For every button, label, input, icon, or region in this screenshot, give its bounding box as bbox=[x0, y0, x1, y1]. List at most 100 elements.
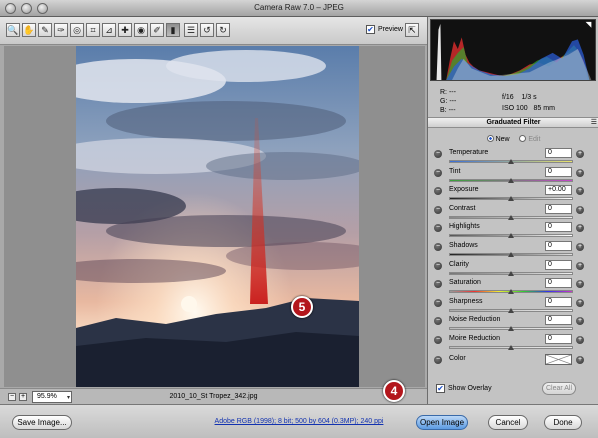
minus-icon[interactable]: − bbox=[434, 205, 442, 214]
contrast-value-field[interactable]: 0 bbox=[545, 203, 572, 214]
minus-icon[interactable]: − bbox=[434, 168, 442, 177]
color-swatch[interactable] bbox=[545, 354, 572, 365]
bottom-bar: Save Image... Adobe RGB (1998); 8 bit; 5… bbox=[0, 404, 598, 438]
moire-reduction-slider-thumb[interactable] bbox=[508, 345, 514, 350]
minus-icon[interactable]: − bbox=[434, 187, 442, 196]
minus-icon[interactable]: − bbox=[434, 150, 442, 158]
targeted-adjustment-tool-button[interactable]: ◎ bbox=[70, 23, 84, 37]
plus-icon[interactable]: + bbox=[576, 187, 584, 196]
temperature-value-field[interactable]: 0 bbox=[545, 148, 572, 158]
preferences-tool-icon: ☰ bbox=[186, 24, 196, 35]
minus-icon[interactable]: − bbox=[434, 261, 442, 270]
saturation-value-field[interactable]: 0 bbox=[545, 278, 572, 289]
noise-reduction-label: Noise Reduction bbox=[449, 316, 501, 324]
rgb-readout: R: --- G: --- B: --- bbox=[440, 88, 456, 115]
straighten-tool-button[interactable]: ⊿ bbox=[102, 23, 116, 37]
cancel-button[interactable]: Cancel bbox=[488, 415, 528, 430]
spot-removal-tool-button[interactable]: ✚ bbox=[118, 23, 132, 37]
g-label: G: bbox=[440, 98, 448, 105]
plus-icon[interactable]: + bbox=[576, 280, 584, 289]
tool-strip: 🔍 ✋ ✎ ✑ ◎ ⌗ ⊿ ✚ ◉ ✐ ▮ ☰ ↺ ↻ bbox=[6, 23, 232, 37]
iso-value: ISO 100 bbox=[502, 105, 528, 112]
done-button[interactable]: Done bbox=[544, 415, 582, 430]
temperature-row: − Temperature 0 + bbox=[432, 147, 596, 165]
highlights-value-field[interactable]: 0 bbox=[545, 222, 572, 233]
moire-reduction-value-field[interactable]: 0 bbox=[545, 334, 572, 344]
camera-raw-window: Camera Raw 7.0 – JPEG 🔍 ✋ ✎ ✑ ◎ ⌗ ⊿ ✚ ◉ ✐ ▮ ☰ ↺ ↻ ✔ P… bbox=[0, 0, 598, 438]
shadows-value-field[interactable]: 0 bbox=[545, 241, 572, 251]
tint-slider-thumb[interactable] bbox=[508, 177, 514, 183]
shadows-row: − Shadows 0 + bbox=[432, 240, 596, 258]
minus-icon[interactable]: − bbox=[434, 317, 442, 326]
exposure-value-field[interactable]: +0.00 bbox=[545, 185, 572, 196]
highlights-slider-thumb[interactable] bbox=[508, 233, 514, 239]
panel-menu-icon[interactable]: ☰ bbox=[591, 118, 597, 128]
moire-reduction-row: − Moire Reduction 0 + bbox=[432, 333, 596, 351]
saturation-slider-thumb[interactable] bbox=[508, 289, 514, 295]
photo-preview[interactable] bbox=[76, 46, 359, 387]
plus-icon[interactable]: + bbox=[576, 243, 584, 251]
preview-toggle[interactable]: ✔ Preview bbox=[366, 25, 403, 34]
white-balance-tool-button[interactable]: ✎ bbox=[38, 23, 52, 37]
shutter-value: 1/3 s bbox=[521, 94, 537, 101]
graduated-filter-tool-button[interactable]: ▮ bbox=[166, 23, 180, 37]
noise-reduction-value-field[interactable]: 0 bbox=[545, 315, 572, 326]
minus-icon[interactable]: − bbox=[434, 224, 442, 233]
rotate-right-tool-button[interactable]: ↻ bbox=[216, 23, 230, 37]
show-overlay-checkbox[interactable]: ✔ bbox=[436, 384, 445, 393]
clarity-slider-thumb[interactable] bbox=[508, 270, 514, 276]
exposure-label: Exposure bbox=[449, 186, 479, 194]
plus-icon[interactable]: + bbox=[576, 298, 584, 307]
rotate-left-tool-button[interactable]: ↺ bbox=[200, 23, 214, 37]
temperature-slider-thumb[interactable] bbox=[508, 159, 514, 164]
saturation-label: Saturation bbox=[449, 279, 481, 287]
plus-icon[interactable]: + bbox=[576, 317, 584, 326]
red-eye-tool-icon: ◉ bbox=[137, 24, 145, 35]
open-image-button[interactable]: Open Image bbox=[416, 415, 468, 430]
red-eye-tool-button[interactable]: ◉ bbox=[134, 23, 148, 37]
mode-new-radio[interactable]: New bbox=[486, 135, 510, 143]
plus-icon[interactable]: + bbox=[576, 356, 584, 364]
minus-icon[interactable]: − bbox=[434, 356, 442, 364]
no-color-icon bbox=[545, 354, 572, 365]
clarity-value-field[interactable]: 0 bbox=[545, 259, 572, 270]
minus-icon[interactable]: − bbox=[434, 243, 442, 251]
contrast-slider-thumb[interactable] bbox=[508, 214, 514, 220]
plus-icon[interactable]: + bbox=[576, 150, 584, 158]
minus-icon[interactable]: − bbox=[434, 336, 442, 344]
preview-checkbox[interactable]: ✔ bbox=[366, 25, 375, 34]
clear-all-button[interactable]: Clear All bbox=[542, 382, 576, 395]
plus-icon[interactable]: + bbox=[576, 261, 584, 270]
preferences-tool-button[interactable]: ☰ bbox=[184, 23, 198, 37]
temperature-label: Temperature bbox=[449, 149, 489, 156]
plus-icon[interactable]: + bbox=[576, 224, 584, 233]
noise-reduction-row: − Noise Reduction 0 + bbox=[432, 314, 596, 332]
shadows-slider-thumb[interactable] bbox=[508, 252, 514, 257]
color-sampler-tool-icon: ✑ bbox=[57, 24, 65, 35]
r-value: --- bbox=[448, 89, 456, 96]
plus-icon[interactable]: + bbox=[576, 336, 584, 344]
tint-value-field[interactable]: 0 bbox=[545, 166, 572, 177]
zoom-tool-button[interactable]: 🔍 bbox=[6, 23, 20, 37]
color-row: − Color + bbox=[432, 353, 596, 371]
sharpness-value-field[interactable]: 0 bbox=[545, 296, 572, 307]
hand-tool-button[interactable]: ✋ bbox=[22, 23, 36, 37]
image-canvas[interactable]: 5 bbox=[4, 46, 425, 387]
crop-tool-button[interactable]: ⌗ bbox=[86, 23, 100, 37]
adjustment-brush-tool-button[interactable]: ✐ bbox=[150, 23, 164, 37]
noise-reduction-slider-thumb[interactable] bbox=[508, 326, 514, 332]
minus-icon[interactable]: − bbox=[434, 298, 442, 307]
sharpness-slider-thumb[interactable] bbox=[508, 307, 514, 313]
plus-icon[interactable]: + bbox=[576, 168, 584, 177]
plus-icon[interactable]: + bbox=[576, 205, 584, 214]
color-sampler-tool-button[interactable]: ✑ bbox=[54, 23, 68, 37]
b-label: B: bbox=[440, 107, 447, 114]
mode-edit-radio[interactable]: Edit bbox=[519, 135, 540, 143]
minus-icon[interactable]: − bbox=[434, 280, 442, 289]
saturation-row: − Saturation 0 + bbox=[432, 277, 596, 295]
r-label: R: bbox=[440, 89, 447, 96]
exposure-slider-thumb[interactable] bbox=[508, 196, 514, 202]
show-overlay-toggle[interactable]: ✔ Show Overlay bbox=[436, 384, 492, 393]
focal-length-value: 85 mm bbox=[533, 105, 555, 112]
fullscreen-button[interactable]: ⇱ bbox=[405, 23, 419, 37]
